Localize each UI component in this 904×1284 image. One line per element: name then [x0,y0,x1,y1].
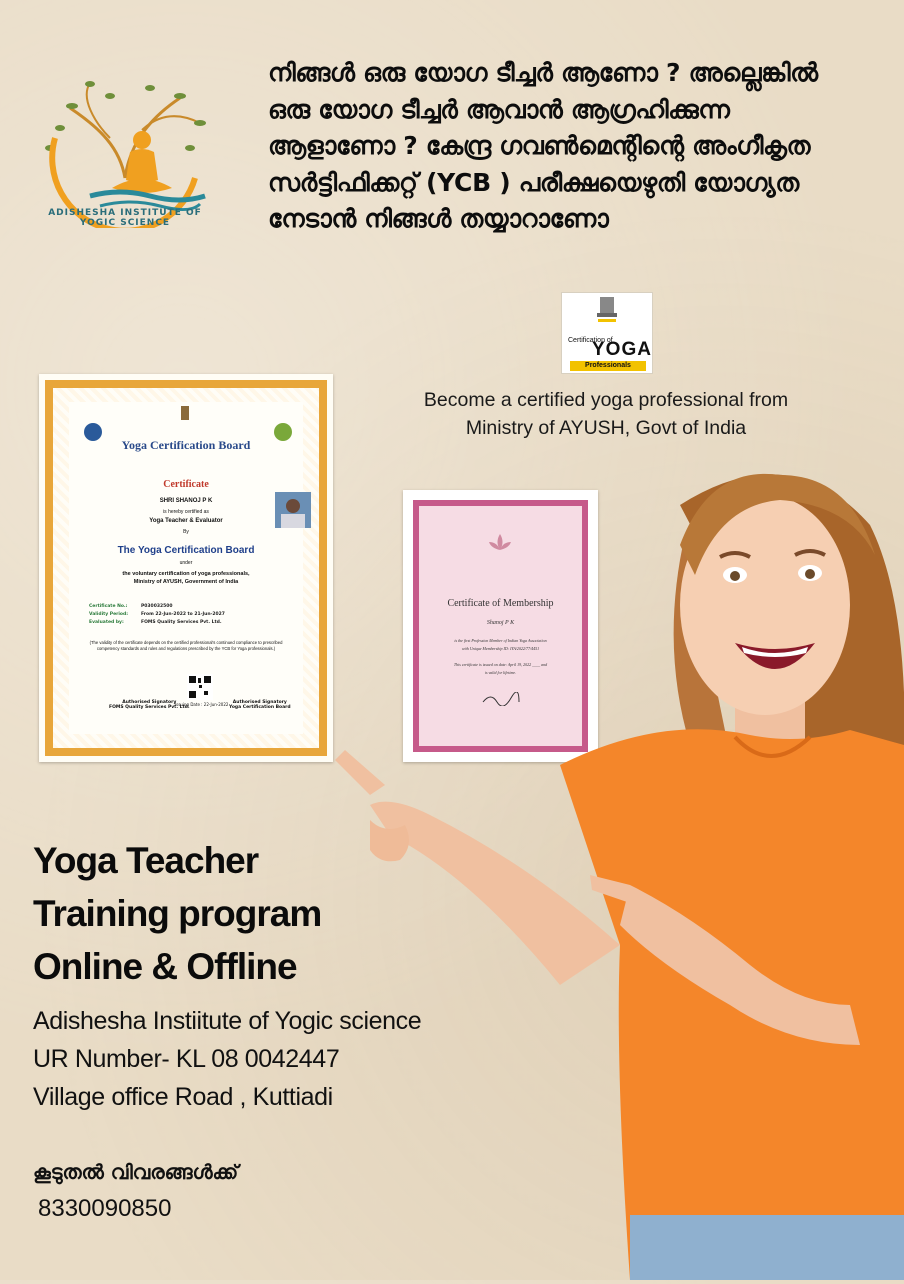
headline-malayalam: നിങ്ങൾ ഒരു യോഗ ടീച്ചർ ആണോ ? അല്ലെങ്കിൽ ഒ… [268,55,878,238]
cert-details: Certificate No.: P030032500 Validity Peri… [89,603,289,627]
cert-title: Certificate [163,479,209,490]
logo-caption: ADISHESHA INSTITUTE OF YOGIC SCIENCE [48,208,202,228]
program-line: Training program [33,893,322,934]
address-line: Village office Road , Kuttiadi [33,1083,333,1111]
badge-main-text: YOGA [592,339,652,360]
institute-address: Adishesha Instiitute of Yogic science UR… [33,1002,473,1116]
cert-row: Certificate No.: P030032500 [89,604,173,609]
qr-code-icon [187,674,213,700]
cert-text: the voluntary certification of yoga prof… [122,571,250,577]
headline-line: നേടാൻ നിങ്ങൾ തയ്യാറാണോ [268,204,609,233]
cert-row: Evaluated by: FOMS Quality Services Pvt. … [89,620,222,625]
signature-right: Authorised Signatory Yoga Certification … [229,700,291,710]
ycb-tagline: Become a certified yoga professional fro… [423,389,789,439]
ycb-certificate-image: Yoga Certification Board Certificate SHR… [39,374,333,762]
program-line: Yoga Teacher [33,840,259,881]
headline-line: ഒരു യോഗ ടീച്ചർ ആവാൻ ആഗ്രഹിക്കുന്ന [268,94,730,124]
headline-line: നിങ്ങൾ ഒരു യോഗ ടീച്ചർ ആണോ ? അല്ലെങ്കിൽ [268,58,818,87]
contact-label: കൂടുതൽ വിവരങ്ങൾക്ക് [33,1160,239,1184]
national-emblem-icon [181,406,189,420]
cert-note: (The validity of the certificate depends… [89,640,283,651]
cert-text: Ministry of AYUSH, Government of India [133,579,239,585]
address-line: Adishesha Instiitute of Yogic science [33,1007,422,1035]
cert-board-name: Yoga Certification Board [121,438,251,452]
program-title: Yoga Teacher Training program Online & O… [33,834,433,993]
badge-bottom-text: Professionals [570,361,646,371]
person-photo-icon [281,499,305,528]
yoga-tree-logo-icon [45,81,206,234]
holder-photo [275,492,311,528]
cert-role: Yoga Teacher & Evaluator [149,518,223,524]
cert-board-big: The Yoga Certification Board [117,545,255,556]
cert-holder-name: SHRI SHANOJ P K [159,498,213,504]
ycb-badge: Certification of YOGA Professionals [561,292,653,374]
cert-text: By [183,529,189,535]
cert-text: under [179,560,193,566]
headline-line: സർട്ടിഫിക്കറ്റ് (YCB ) പരീക്ഷയെഴുതി യോഗ്… [268,167,799,197]
institute-logo [30,68,220,234]
address-line: UR Number- KL 08 0042447 [33,1045,340,1073]
cert-row: Validity Period: From 22-Jun-2022 to 21-J… [89,612,225,617]
certificate-body: Yoga Certification Board Certificate SHR… [69,402,311,734]
program-line: Online & Offline [33,946,298,987]
phone-number[interactable]: 8330090850 [38,1195,171,1223]
issue-date: Issuing Date : 22-Jun-2022 [175,702,229,707]
cert-text: is hereby certified as [163,509,209,515]
headline-line: ആളാണോ ? കേന്ദ്ര ഗവൺമെന്റിന്റെ അംഗീകൃത [268,131,811,160]
